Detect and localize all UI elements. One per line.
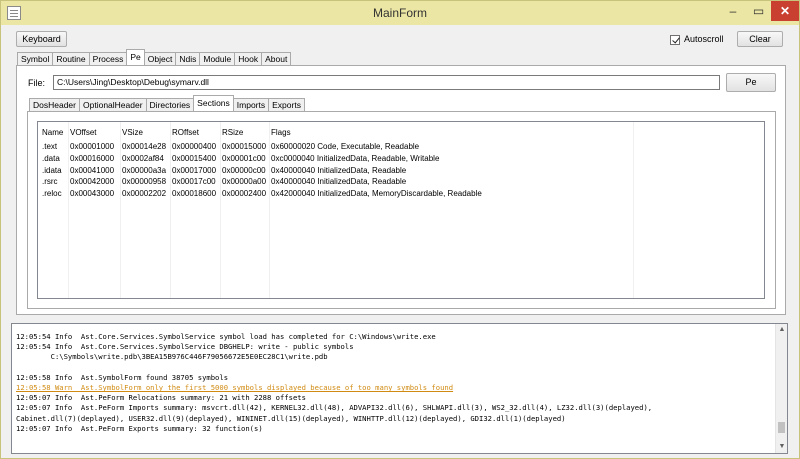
- pe-sub-tab-strip: DosHeader OptionalHeader Directories Sectio…: [29, 95, 305, 111]
- column-header-flags[interactable]: Flags: [271, 127, 631, 139]
- table-cell: 0x00000958: [122, 177, 167, 187]
- log-line: Cabinet.dll(7)(deplayed), USER32.dll(9)(…: [16, 413, 566, 423]
- tab-hook[interactable]: Hook: [234, 52, 263, 65]
- table-cell: .rsrc: [42, 177, 58, 187]
- table-cell: .idata: [42, 165, 62, 175]
- scroll-up-arrow-icon[interactable]: ▲: [778, 326, 786, 333]
- subtab-directories[interactable]: Directories: [145, 98, 195, 111]
- table-cell: 0x00002400: [222, 189, 267, 199]
- log-line: 12:05:07 Info Ast.PeForm Imports summary…: [16, 403, 653, 413]
- table-cell: 0x00001000: [70, 142, 115, 151]
- close-button[interactable]: ✕: [771, 1, 799, 21]
- table-row[interactable]: .rsrc 0x00042000 0x00000958 0x00017c00 0x000…: [38, 176, 764, 188]
- file-label: File:: [28, 78, 46, 88]
- table-cell: .reloc: [42, 189, 62, 199]
- tab-about[interactable]: About: [261, 52, 292, 65]
- table-cell: 0x00041000: [70, 165, 115, 175]
- sections-list-header: Name VOffset VSize ROffset RSize Flags: [38, 127, 764, 139]
- sections-list: Name VOffset VSize ROffset RSize Flags .text 0…: [37, 121, 765, 299]
- subtab-imports[interactable]: Imports: [232, 98, 270, 111]
- keyboard-button[interactable]: Keyboard: [16, 31, 67, 47]
- table-cell: 0x00015000: [222, 142, 267, 151]
- column-header-voffset[interactable]: VOffset: [70, 127, 122, 139]
- table-cell: 0x00016000: [70, 153, 115, 163]
- main-window: MainForm – ▭ ✕ Keyboard Autoscroll Clear…: [0, 0, 800, 459]
- column-header-rsize[interactable]: RSize: [222, 127, 271, 139]
- table-cell: 0x0002af84: [122, 153, 164, 163]
- table-cell: 0x40000040 InitializedData, Readable: [271, 165, 407, 175]
- log-line: C:\Symbols\write.pdb\3BEA15B976C446F7905…: [16, 352, 328, 362]
- file-path-field[interactable]: C:\Users\Jing\Desktop\Debug\symarv.dll: [53, 75, 720, 90]
- log-line: 12:05:58 Info Ast.SymbolForm found 38705…: [16, 372, 229, 382]
- table-row[interactable]: .data 0x00016000 0x0002af84 0x00015400 0x000…: [38, 153, 764, 165]
- log-line: 12:05:54 Info Ast.Core.Services.SymbolSe…: [16, 342, 354, 352]
- table-cell: 0x00015400: [172, 153, 217, 163]
- table-cell: 0x00042000: [70, 177, 115, 187]
- table-cell: 0x40000040 InitializedData, Readable: [271, 177, 407, 187]
- window-title: MainForm: [372, 6, 427, 20]
- table-cell: .data: [42, 153, 60, 163]
- table-cell: 0x00001c00: [222, 153, 266, 163]
- column-header-vsize[interactable]: VSize: [122, 127, 172, 139]
- tab-object[interactable]: Object: [143, 52, 177, 65]
- tab-symbol[interactable]: Symbol: [17, 52, 54, 65]
- table-cell: 0x00017000: [172, 165, 217, 175]
- table-cell: 0x00000c00: [222, 165, 266, 175]
- log-scroll-thumb[interactable]: [778, 422, 785, 433]
- table-cell: 0x00017c00: [172, 177, 216, 187]
- table-cell: .text: [42, 142, 58, 151]
- log-line: 12:05:07 Info Ast.PeForm Relocations sum…: [16, 393, 306, 403]
- log-scrollbar[interactable]: ▲ ▼: [775, 324, 787, 453]
- tab-routine[interactable]: Routine: [52, 52, 90, 65]
- clear-button[interactable]: Clear: [737, 31, 783, 47]
- maximize-button[interactable]: ▭: [746, 1, 771, 21]
- log-output[interactable]: 12:05:54 Info Ast.Core.Services.SymbolSe…: [11, 323, 788, 454]
- tab-process[interactable]: Process: [88, 52, 128, 65]
- table-row[interactable]: .reloc 0x00043000 0x00002202 0x00018600 0x00…: [38, 188, 764, 200]
- table-cell: 0x00014e28: [122, 142, 167, 151]
- log-line: 12:05:07 Info Ast.PeForm Exports summary…: [16, 423, 263, 433]
- table-cell: 0x00043000: [70, 189, 115, 199]
- subtab-optionalheader[interactable]: OptionalHeader: [79, 98, 147, 111]
- main-tab-strip: Symbol Routine Process Pe Object Ndis Module Ho…: [17, 49, 292, 65]
- table-cell: 0x00000400: [172, 142, 217, 151]
- log-line-warning: 12:05:58 Warn Ast.SymbolForm only the fi…: [16, 383, 454, 392]
- title-bar[interactable]: MainForm – ▭ ✕: [1, 1, 799, 25]
- autoscroll-label: Autoscroll: [684, 34, 724, 44]
- table-cell: 0x42000040 InitializedData, MemoryDiscar…: [271, 189, 482, 199]
- tab-module[interactable]: Module: [199, 52, 236, 65]
- table-cell: 0x00000a00: [222, 177, 267, 187]
- table-cell: 0x00002202: [122, 189, 167, 199]
- table-cell: 0xc0000040 InitializedData, Readable, Wr…: [271, 153, 440, 163]
- subtab-dosheader[interactable]: DosHeader: [29, 98, 80, 111]
- subtab-exports[interactable]: Exports: [268, 98, 305, 111]
- column-header-name[interactable]: Name: [42, 127, 70, 139]
- column-header-roffset[interactable]: ROffset: [172, 127, 222, 139]
- log-line: 12:05:54 Info Ast.Core.Services.SymbolSe…: [16, 332, 436, 341]
- table-cell: 0x00018600: [172, 189, 217, 199]
- tab-ndis[interactable]: Ndis: [175, 52, 201, 65]
- tab-pe[interactable]: Pe: [126, 49, 145, 65]
- subtab-sections[interactable]: Sections: [193, 95, 234, 111]
- autoscroll-checkbox[interactable]: [670, 35, 680, 45]
- table-row[interactable]: .idata 0x00041000 0x00000a3a 0x00017000 0x00…: [38, 165, 764, 177]
- pe-load-button[interactable]: Pe: [726, 73, 776, 92]
- scroll-down-arrow-icon[interactable]: ▼: [778, 443, 786, 450]
- table-cell: 0x60000020 Code, Executable, Readable: [271, 142, 420, 151]
- table-row[interactable]: .text 0x00001000 0x00014e28 0x00000400 0x000…: [38, 141, 764, 153]
- minimize-button[interactable]: –: [720, 1, 746, 21]
- table-cell: 0x00000a3a: [122, 165, 167, 175]
